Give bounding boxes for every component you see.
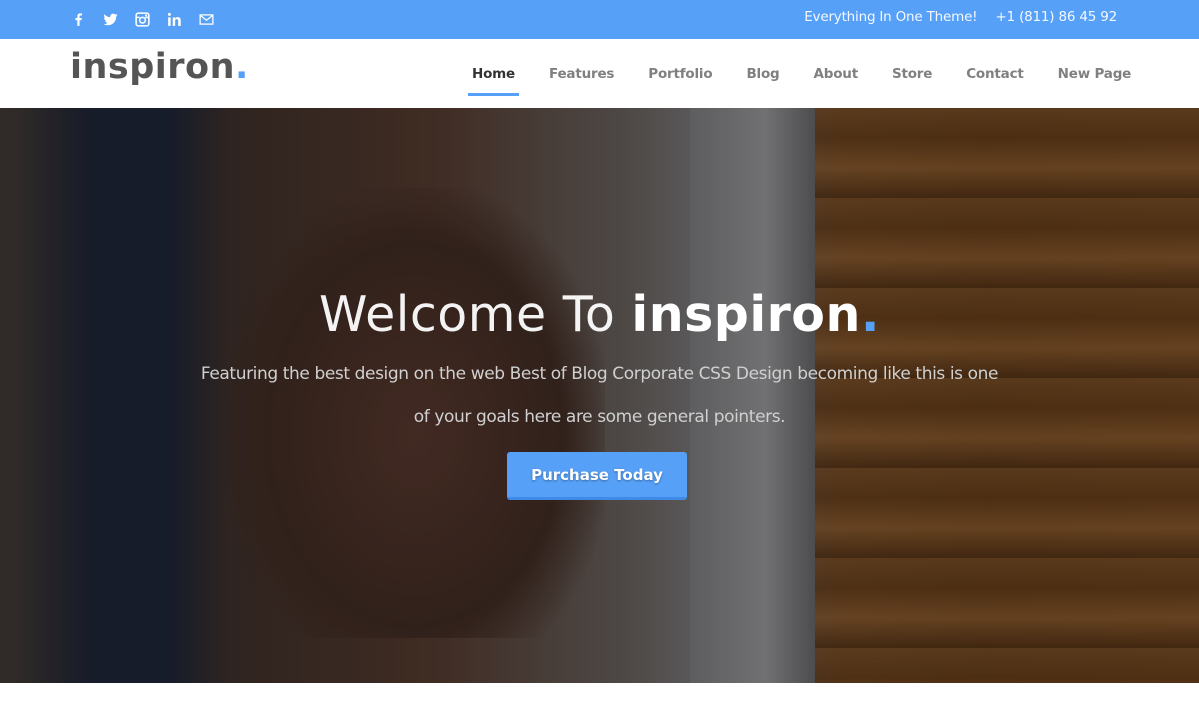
hero-title-dot: . xyxy=(860,286,880,343)
main-menu: Home Features Portfolio Blog About Store… xyxy=(455,39,1148,108)
logo-text: inspiron xyxy=(70,47,236,87)
logo-dot: . xyxy=(235,47,249,87)
hero-title-prefix: Welcome To xyxy=(319,286,632,343)
top-bar: Everything In One Theme! +1 (811) 86 45 … xyxy=(0,0,1199,39)
social-links xyxy=(68,9,216,29)
nav-item-features[interactable]: Features xyxy=(532,39,631,108)
linkedin-icon[interactable] xyxy=(164,9,184,29)
nav-item-blog[interactable]: Blog xyxy=(729,39,796,108)
nav-item-home[interactable]: Home xyxy=(455,39,532,108)
twitter-icon[interactable] xyxy=(100,9,120,29)
nav-item-new-page[interactable]: New Page xyxy=(1041,39,1149,108)
logo[interactable]: inspiron. xyxy=(70,47,249,87)
phone-number[interactable]: +1 (811) 86 45 92 xyxy=(995,9,1117,25)
hero-subtitle: Featuring the best design on the web Bes… xyxy=(200,364,999,427)
nav-item-about[interactable]: About xyxy=(797,39,875,108)
hero-title-brand: inspiron xyxy=(631,286,861,343)
instagram-icon[interactable] xyxy=(132,9,152,29)
tagline: Everything In One Theme! xyxy=(804,9,978,25)
nav-item-store[interactable]: Store xyxy=(875,39,949,108)
hero-section: Welcome To inspiron. Featuring the best … xyxy=(0,108,1199,683)
facebook-icon[interactable] xyxy=(68,9,88,29)
hero-title: Welcome To inspiron. xyxy=(0,286,1199,343)
mail-icon[interactable] xyxy=(196,9,216,29)
nav-item-portfolio[interactable]: Portfolio xyxy=(631,39,729,108)
contact-info: Everything In One Theme! +1 (811) 86 45 … xyxy=(804,9,1117,25)
purchase-today-button[interactable]: Purchase Today xyxy=(507,452,687,500)
main-navbar: inspiron. Home Features Portfolio Blog A… xyxy=(0,39,1199,108)
nav-item-contact[interactable]: Contact xyxy=(949,39,1040,108)
